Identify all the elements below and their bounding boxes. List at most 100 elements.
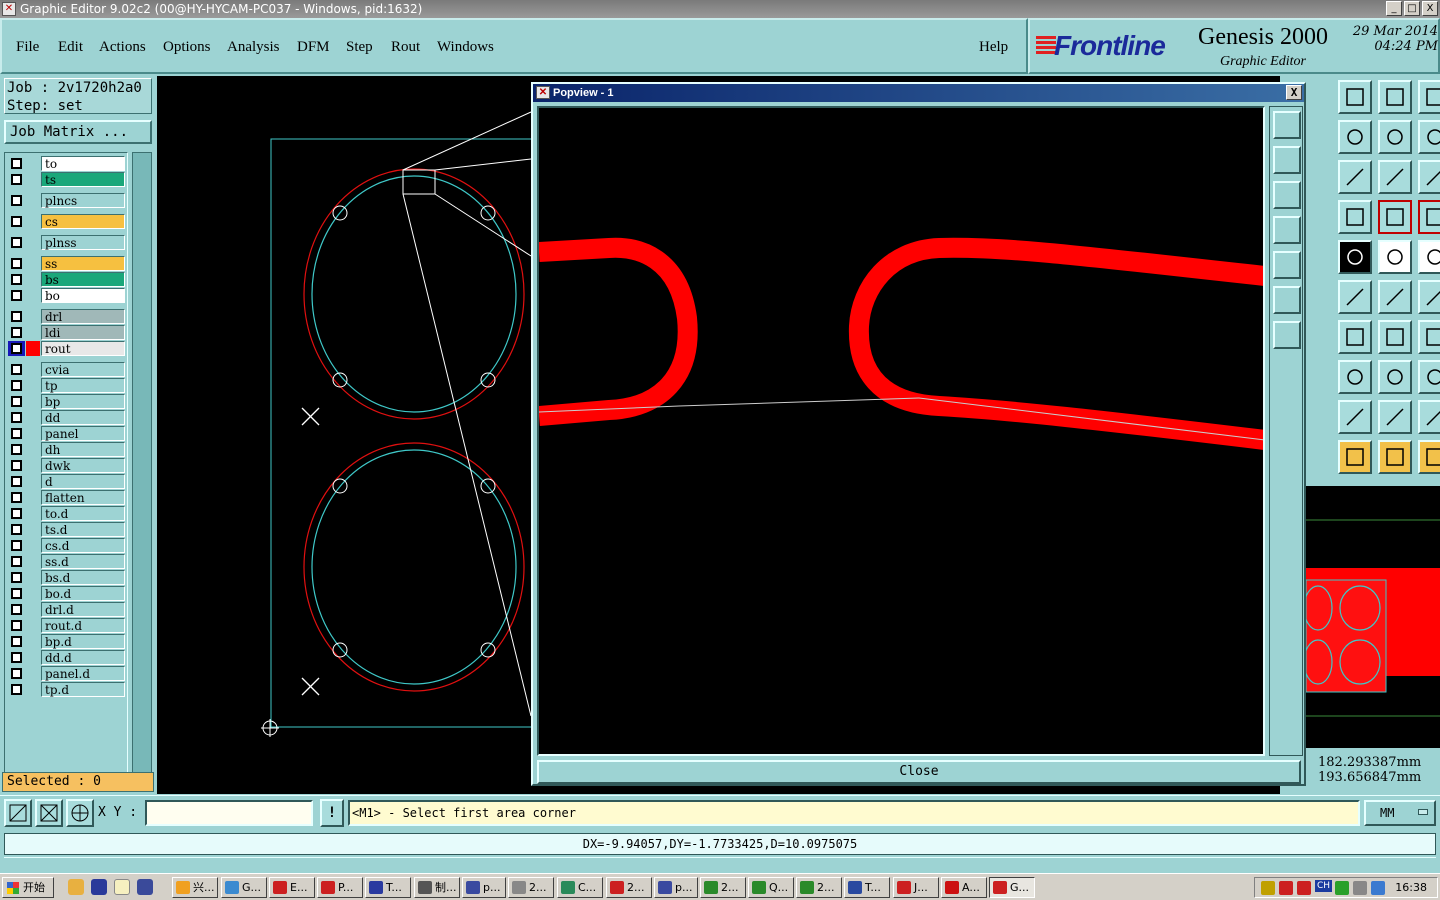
taskbar-task-11[interactable]: p... <box>654 877 698 898</box>
layer-checkbox[interactable] <box>11 668 22 679</box>
layer-row-tp[interactable]: tp <box>8 378 126 393</box>
tool-button-r6-c1[interactable] <box>1338 280 1372 314</box>
layer-name[interactable]: ss.d <box>41 554 125 569</box>
layer-checkbox[interactable] <box>11 396 22 407</box>
tool-button-r3-c3[interactable] <box>1418 160 1440 194</box>
tool-button-r2-c3[interactable] <box>1418 120 1440 154</box>
layer-row-plnss[interactable]: plnss <box>8 235 126 250</box>
layer-name[interactable]: tp <box>41 378 125 393</box>
tool-button-r7-c2[interactable] <box>1378 320 1412 354</box>
layer-checkbox[interactable] <box>11 237 22 248</box>
layer-name[interactable]: bp.d <box>41 634 125 649</box>
tool-button-r2-c2[interactable] <box>1378 120 1412 154</box>
job-matrix-button[interactable]: Job Matrix ... <box>4 120 152 144</box>
layer-name[interactable]: drl.d <box>41 602 125 617</box>
layer-checkbox[interactable] <box>11 311 22 322</box>
menu-edit[interactable]: Edit <box>58 39 83 56</box>
tool-button-r7-c1[interactable] <box>1338 320 1372 354</box>
popview-close-button[interactable]: Close <box>537 760 1301 784</box>
tray-icon-4[interactable] <box>1335 881 1349 895</box>
layer-row-rout[interactable]: rout <box>8 341 126 356</box>
layer-row-to-d[interactable]: to.d <box>8 506 126 521</box>
layer-row-bp[interactable]: bp <box>8 394 126 409</box>
layer-row-dwk[interactable]: dwk <box>8 458 126 473</box>
menu-options[interactable]: Options <box>163 39 211 56</box>
tray-icon-3[interactable] <box>1297 881 1311 895</box>
layer-checkbox[interactable] <box>11 604 22 615</box>
layer-name[interactable]: cs.d <box>41 538 125 553</box>
layer-checkbox[interactable] <box>11 508 22 519</box>
layer-checkbox[interactable] <box>11 636 22 647</box>
taskbar-task-18[interactable]: G... <box>989 877 1035 898</box>
tool-button-r8-c1[interactable] <box>1338 360 1372 394</box>
layer-row-bo[interactable]: bo <box>8 288 126 303</box>
layer-row-drl[interactable]: drl <box>8 309 126 324</box>
menu-analysis[interactable]: Analysis <box>227 39 280 56</box>
measure-mode-button[interactable] <box>35 799 63 827</box>
taskbar-task-10[interactable]: 2... <box>606 877 652 898</box>
layer-name[interactable]: bo.d <box>41 586 125 601</box>
layer-checkbox[interactable] <box>11 620 22 631</box>
layer-row-rout-d[interactable]: rout.d <box>8 618 126 633</box>
layer-name[interactable]: dwk <box>41 458 125 473</box>
layer-checkbox[interactable] <box>11 364 22 375</box>
popview-canvas[interactable] <box>537 106 1267 756</box>
layer-row-cs-d[interactable]: cs.d <box>8 538 126 553</box>
tool-button-r4-c2[interactable] <box>1378 200 1412 234</box>
layer-name[interactable]: dd <box>41 410 125 425</box>
layer-row-plncs[interactable]: plncs <box>8 193 126 208</box>
layer-checkbox[interactable] <box>11 460 22 471</box>
popview-tool-6[interactable] <box>1273 286 1301 314</box>
layer-checkbox[interactable] <box>11 572 22 583</box>
taskbar-task-14[interactable]: 2... <box>796 877 842 898</box>
tool-button-r1-c3[interactable] <box>1418 80 1440 114</box>
tool-button-r5-c1[interactable] <box>1338 240 1372 274</box>
layer-checkbox[interactable] <box>11 588 22 599</box>
tray-icon-1[interactable] <box>1261 881 1275 895</box>
popview-tool-2[interactable] <box>1273 146 1301 174</box>
menu-help[interactable]: Help <box>979 39 1008 56</box>
tool-button-r5-c2[interactable] <box>1378 240 1412 274</box>
layer-name[interactable]: rout <box>41 341 125 356</box>
layer-row-tp-d[interactable]: tp.d <box>8 682 126 697</box>
layer-name[interactable]: dd.d <box>41 650 125 665</box>
layer-checkbox[interactable] <box>11 158 22 169</box>
layer-name[interactable]: ts <box>41 172 125 187</box>
menu-dfm[interactable]: DFM <box>297 39 330 56</box>
layer-list-scrollbar[interactable] <box>132 152 152 782</box>
units-select[interactable]: MM <box>1364 800 1436 826</box>
layer-row-cvia[interactable]: cvia <box>8 362 126 377</box>
language-indicator[interactable]: CH <box>1315 880 1333 892</box>
popview-tool-7[interactable] <box>1273 321 1301 349</box>
taskbar-task-4[interactable]: P... <box>317 877 363 898</box>
layer-checkbox[interactable] <box>11 216 22 227</box>
layer-row-panel[interactable]: panel <box>8 426 126 441</box>
layer-row-bs[interactable]: bs <box>8 272 126 287</box>
tool-button-r1-c1[interactable] <box>1338 80 1372 114</box>
grid-button[interactable] <box>66 799 94 827</box>
menu-windows[interactable]: Windows <box>437 39 494 56</box>
layer-checkbox[interactable] <box>11 412 22 423</box>
snap-mode-button[interactable] <box>4 799 32 827</box>
start-button[interactable]: 开始 <box>2 877 54 898</box>
layer-name[interactable]: bp <box>41 394 125 409</box>
tool-button-r10-c1[interactable] <box>1338 440 1372 474</box>
tool-button-r1-c2[interactable] <box>1378 80 1412 114</box>
taskbar-task-1[interactable]: 兴... <box>172 877 218 898</box>
layer-name[interactable]: drl <box>41 309 125 324</box>
taskbar-task-8[interactable]: 2... <box>508 877 554 898</box>
layer-checkbox[interactable] <box>11 327 22 338</box>
layer-name[interactable]: bs.d <box>41 570 125 585</box>
layer-name[interactable]: plnss <box>41 235 125 250</box>
layer-name[interactable]: ldi <box>41 325 125 340</box>
layer-row-d[interactable]: d <box>8 474 126 489</box>
browser-icon[interactable] <box>91 879 107 895</box>
taskbar-task-13[interactable]: Q... <box>748 877 794 898</box>
layer-name[interactable]: bs <box>41 272 125 287</box>
taskbar-task-15[interactable]: T... <box>844 877 890 898</box>
layer-name[interactable]: rout.d <box>41 618 125 633</box>
tool-button-r6-c3[interactable] <box>1418 280 1440 314</box>
tool-button-r4-c1[interactable] <box>1338 200 1372 234</box>
layer-checkbox[interactable] <box>11 652 22 663</box>
layer-name[interactable]: to.d <box>41 506 125 521</box>
